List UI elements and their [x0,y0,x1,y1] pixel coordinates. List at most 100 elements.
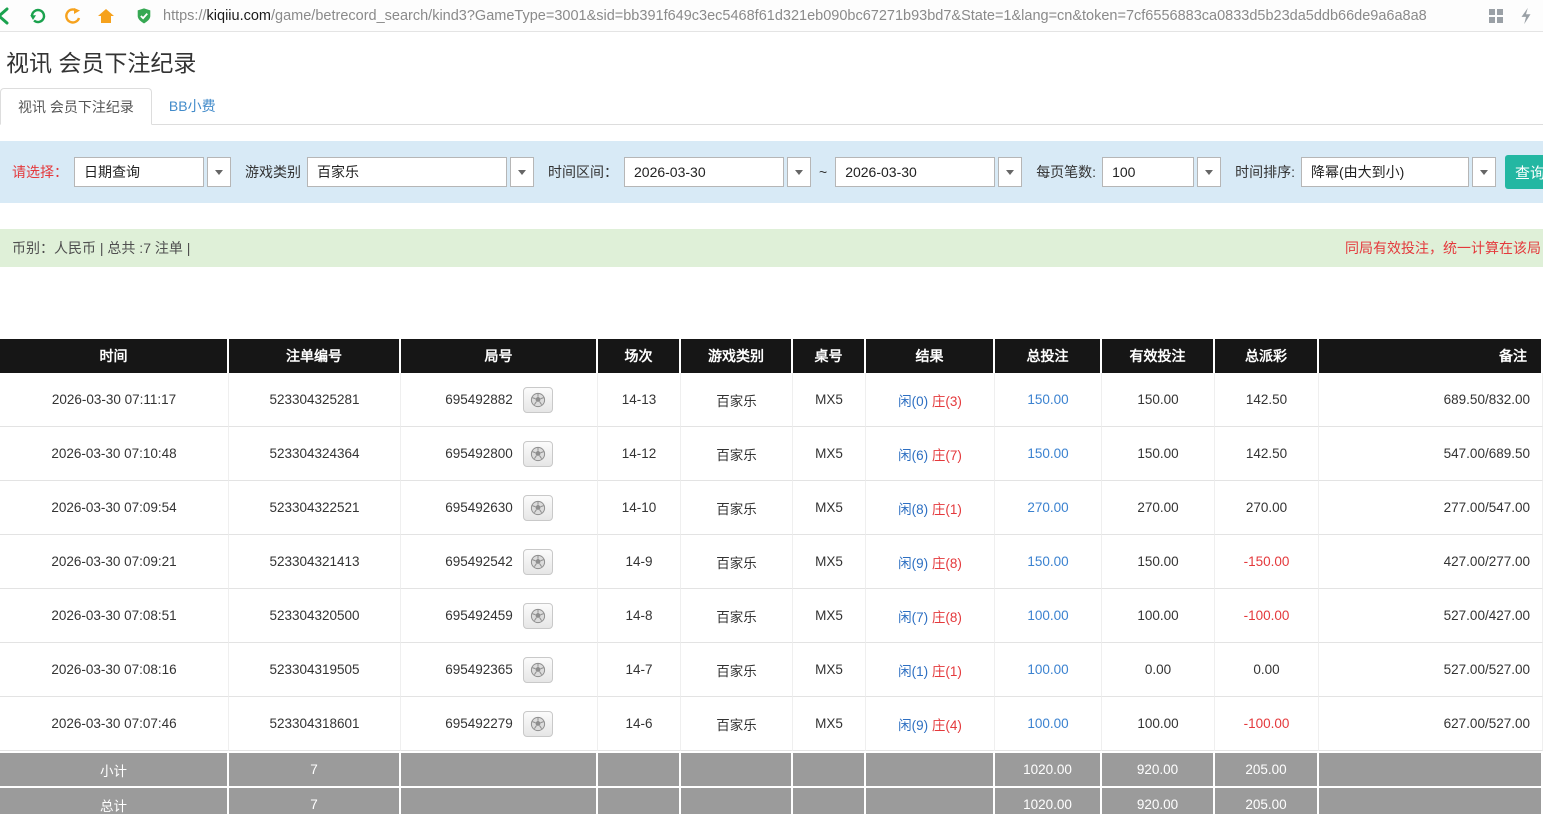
total-bet-link[interactable]: 150.00 [1027,446,1068,461]
date-to-select[interactable]: 2026-03-30 [835,157,1022,187]
cell-game-type: 百家乐 [681,373,793,427]
result-player: 闲(9) [898,556,928,571]
cell-round: 695492882 [401,373,598,427]
cell-result: 闲(9) 庄(8) [866,535,995,589]
column-header: 总投注 [995,339,1102,373]
date-mode-value[interactable]: 日期查询 [74,157,204,187]
back-icon[interactable] [0,5,15,27]
soccer-ball-icon [530,554,546,570]
date-from-value[interactable]: 2026-03-30 [624,157,784,187]
chevron-down-icon[interactable] [1472,157,1496,187]
extensions-icon[interactable] [1485,5,1507,27]
cell-time: 2026-03-30 07:08:16 [0,643,229,697]
game-type-select[interactable]: 百家乐 [307,157,534,187]
header-row: 时间注单编号局号场次游戏类别桌号结果总投注有效投注总派彩备注 [0,339,1543,373]
table-row: 2026-03-30 07:09:54523304322521695492630… [0,481,1543,535]
total-bet-link[interactable]: 100.00 [1027,662,1068,677]
cell-time: 2026-03-30 07:09:21 [0,535,229,589]
page-title: 视讯 会员下注纪录 [6,48,1543,78]
tab-bet-records[interactable]: 视讯 会员下注纪录 [0,88,152,125]
chevron-down-icon[interactable] [207,157,231,187]
game-type-value[interactable]: 百家乐 [307,157,507,187]
total-bet-link[interactable]: 150.00 [1027,554,1068,569]
result-player: 闲(7) [898,610,928,625]
home-icon[interactable] [95,5,117,27]
lightning-icon[interactable] [1515,5,1537,27]
total-bet-link[interactable]: 270.00 [1027,500,1068,515]
soccer-ball-icon [530,608,546,624]
cell-valid-bet: 100.00 [1102,697,1215,751]
cell-total-bet: 150.00 [995,373,1102,427]
cell-round: 695492459 [401,589,598,643]
footer-cell: 总计 [0,786,229,814]
valid-bet-notice: 同局有效投注，统一计算在该局 [1345,238,1541,258]
cell-table-no: MX5 [793,427,866,481]
cell-session: 14-9 [598,535,681,589]
cell-session: 14-8 [598,589,681,643]
cell-total-bet: 270.00 [995,481,1102,535]
cell-valid-bet: 100.00 [1102,589,1215,643]
refresh-icon[interactable] [27,5,49,27]
table-footer: 小计71020.00920.00205.00总计71020.00920.0020… [0,751,1543,814]
round-replay-button[interactable] [523,387,553,413]
round-replay-button[interactable] [523,711,553,737]
sort-value[interactable]: 降幂(由大到小) [1301,157,1469,187]
cell-game-type: 百家乐 [681,535,793,589]
round-replay-button[interactable] [523,603,553,629]
search-button[interactable]: 查询 [1505,155,1543,189]
date-mode-select[interactable]: 日期查询 [74,157,231,187]
cell-game-type: 百家乐 [681,643,793,697]
address-bar[interactable]: https://kiqiiu.com/game/betrecord_search… [129,3,1473,29]
time-range-label: 时间区间： [548,162,618,182]
sort-select[interactable]: 降幂(由大到小) [1301,157,1496,187]
page-size-select[interactable]: 100 [1102,157,1221,187]
total-bet-link[interactable]: 100.00 [1027,608,1068,623]
round-replay-button[interactable] [523,549,553,575]
cell-bet-id: 523304318601 [229,697,401,751]
cell-bet-id: 523304320500 [229,589,401,643]
date-to-value[interactable]: 2026-03-30 [835,157,995,187]
total-bet-link[interactable]: 100.00 [1027,716,1068,731]
cell-round: 695492365 [401,643,598,697]
chevron-down-icon[interactable] [1197,157,1221,187]
cell-bet-id: 523304321413 [229,535,401,589]
cell-remark: 547.00/689.50 [1319,427,1543,481]
footer-cell: 7 [229,786,401,814]
result-banker: 庄(4) [932,718,962,733]
cell-time: 2026-03-30 07:09:54 [0,481,229,535]
toolbar-right-icons [1485,5,1537,27]
cell-payout: 0.00 [1215,643,1319,697]
table-header: 时间注单编号局号场次游戏类别桌号结果总投注有效投注总派彩备注 [0,339,1543,373]
total-bet-link[interactable]: 150.00 [1027,392,1068,407]
round-replay-button[interactable] [523,441,553,467]
cell-valid-bet: 150.00 [1102,535,1215,589]
table-row: 2026-03-30 07:08:51523304320500695492459… [0,589,1543,643]
cell-table-no: MX5 [793,535,866,589]
round-number: 695492279 [445,716,513,731]
round-replay-button[interactable] [523,495,553,521]
cell-time: 2026-03-30 07:08:51 [0,589,229,643]
cell-valid-bet: 0.00 [1102,643,1215,697]
column-header: 备注 [1319,339,1543,373]
cell-game-type: 百家乐 [681,427,793,481]
cell-table-no: MX5 [793,589,866,643]
url-path: /game/betrecord_search/kind3?GameType=30… [271,8,1427,24]
chevron-down-icon[interactable] [998,157,1022,187]
footer-cell [681,751,793,786]
round-number: 695492800 [445,446,513,461]
footer-cell [866,751,995,786]
chevron-down-icon[interactable] [787,157,811,187]
undo-icon[interactable] [61,5,83,27]
result-banker: 庄(1) [932,664,962,679]
cell-remark: 689.50/832.00 [1319,373,1543,427]
page-size-value[interactable]: 100 [1102,157,1194,187]
cell-session: 14-13 [598,373,681,427]
chevron-down-icon[interactable] [510,157,534,187]
cell-session: 14-12 [598,427,681,481]
round-replay-button[interactable] [523,657,553,683]
shield-icon[interactable] [133,5,155,27]
range-separator: ~ [819,164,827,180]
date-from-select[interactable]: 2026-03-30 [624,157,811,187]
tab-bb-tip[interactable]: BB小费 [152,88,233,124]
cell-payout: 270.00 [1215,481,1319,535]
